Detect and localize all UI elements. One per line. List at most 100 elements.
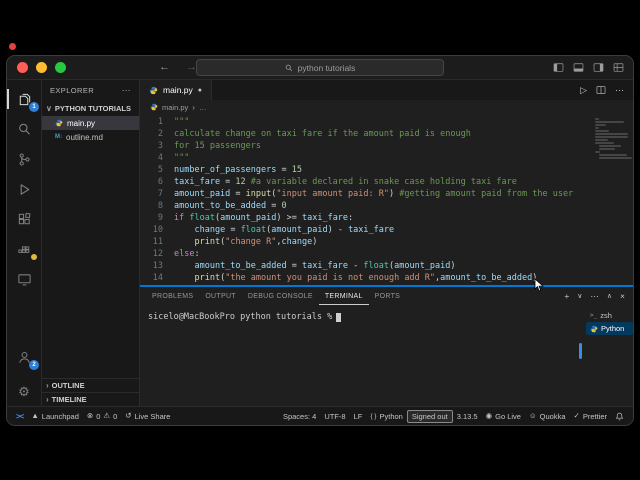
search-icon [18,123,30,135]
breadcrumb-symbol[interactable]: … [199,103,207,112]
line-number: 11 [152,237,163,247]
run-python-file-button[interactable]: ▷ [580,85,587,96]
sidebar-section-outline[interactable]: › OUTLINE [42,378,139,392]
maximize-panel-icon[interactable]: ∧ [607,292,612,300]
terminal-profile-chevron-icon[interactable]: ∨ [577,292,582,300]
status-indentation[interactable]: Spaces: 4 [279,407,320,425]
broadcast-icon: ◉ [485,411,493,421]
line-number: 6 [157,177,163,187]
line-number: 3 [157,141,163,151]
split-editor-icon[interactable] [596,85,606,95]
modified-indicator[interactable]: ● [198,87,202,94]
code-line: 3 for 15 passengers [140,140,633,152]
gear-icon: ⚙ [18,383,30,399]
minimize-window-button[interactable] [36,62,47,73]
close-window-button[interactable] [17,62,28,73]
terminal-icon: >_ [590,312,598,319]
workspace-section-header[interactable]: ∨ PYTHON TUTORIALS [42,100,139,116]
chevron-right-icon: › [46,381,49,390]
minimap[interactable] [593,117,632,161]
panel-tab-terminal[interactable]: TERMINAL [319,287,369,305]
search-icon [285,64,292,71]
accounts-badge: 2 [29,360,39,370]
sidebar-section-timeline[interactable]: › TIMELINE [42,392,139,406]
rocket-icon: ▲ [31,411,39,421]
line-number: 5 [157,165,163,175]
code-line: 11 print("change R",change) [140,236,633,248]
code-line: 4 """ [140,152,633,164]
status-language-mode[interactable]: { } Python [366,407,407,425]
notifications-button[interactable] [611,407,628,425]
file-item-main.py[interactable]: main.py [42,116,139,130]
code-editor[interactable]: 1 """ 2 calculate change on taxi fare if th… [140,114,633,285]
nav-back-icon[interactable]: ← [159,62,170,73]
accounts-button[interactable]: 2 [7,342,41,372]
status-go-live[interactable]: ◉ Go Live [482,407,525,425]
toggle-secondary-sidebar-icon[interactable] [593,62,604,73]
explorer-activity-button[interactable]: 1 [7,84,41,114]
remote-indicator[interactable]: >< [12,407,27,425]
new-terminal-icon[interactable]: + [564,291,569,301]
panel-tabs: PROBLEMS OUTPUT DEBUG CONSOLE TERMINAL PORTS [146,287,406,305]
status-signed-out[interactable]: Signed out [406,409,453,423]
live-share-icon: ↺ [125,411,132,421]
command-center-label: python tutorials [297,62,356,73]
status-encoding[interactable]: UTF-8 [320,407,349,425]
settings-button[interactable]: ⚙ [7,376,41,406]
screen: { "colors": { "accent_blue": "#0078d4", … [0,0,640,480]
search-activity-button[interactable] [7,114,41,144]
docker-activity-button[interactable] [7,234,41,264]
command-center-search[interactable]: python tutorials [196,59,444,76]
code-line: 7 amount_paid = input("input amount paid:… [140,188,633,200]
remote-explorer-activity-button[interactable] [7,264,41,294]
maximize-window-button[interactable] [55,62,66,73]
terminal[interactable]: sicelo@MacBookPro python tutorials % [140,305,586,406]
error-icon: ⊗ [86,411,94,421]
toggle-panel-icon[interactable] [573,62,584,73]
python-icon [149,86,158,94]
file-item-outline.md[interactable]: M↓ outline.md [42,130,139,144]
line-number: 2 [157,129,163,139]
toggle-sidebar-icon[interactable] [553,62,564,73]
code-line: 10 change = float(amount_paid) - taxi_fa… [140,224,633,236]
editor-more-actions-icon[interactable]: ⋯ [615,85,624,96]
status-quokka[interactable]: ☺ Quokka [525,407,570,425]
code-line: 1 """ [140,116,633,128]
terminal-tab-python[interactable]: Python [586,322,633,335]
panel-tab-debug-console[interactable]: DEBUG CONSOLE [242,287,319,305]
code-line: 2 calculate change on taxi fare if the am… [140,128,633,140]
status-eol[interactable]: LF [350,407,367,425]
status-prettier[interactable]: ✓ Prettier [570,407,611,425]
panel: PROBLEMS OUTPUT DEBUG CONSOLE TERMINAL PORTS… [140,285,633,406]
breadcrumb-file[interactable]: main.py [162,103,188,112]
terminal-tab-zsh[interactable]: >_ zsh [586,309,633,322]
python-icon [150,103,158,111]
customize-layout-icon[interactable] [613,62,624,73]
line-number: 4 [157,153,163,163]
panel-more-actions-icon[interactable]: ⋯ [590,291,599,302]
tab-main-py[interactable]: main.py ● [140,80,212,100]
workbench: 1 2 ⚙ EXPLORER ⋯ ∨ PYTHON TUTORIALS main… [7,80,633,406]
extensions-activity-button[interactable] [7,204,41,234]
close-panel-icon[interactable]: × [620,291,625,301]
code-line: 13 amount_to_be_added = taxi_fare - floa… [140,260,633,272]
status-launchpad[interactable]: ▲ Launchpad [27,407,83,425]
run-debug-activity-button[interactable] [7,174,41,204]
tab-bar: main.py ● ▷ ⋯ [140,80,633,100]
panel-tab-ports[interactable]: PORTS [369,287,407,305]
terminal-scrollbar[interactable] [579,343,582,359]
more-actions-icon[interactable]: ⋯ [122,85,131,96]
source-control-activity-button[interactable] [7,144,41,174]
status-python-version[interactable]: 3.13.5 [453,407,482,425]
terminal-cursor [336,312,342,322]
file-list: main.py M↓ outline.md [42,116,139,144]
line-number: 12 [152,249,163,259]
status-problems[interactable]: ⊗ 0 ⚠ 0 [83,407,121,425]
sidebar-bottom-sections: › OUTLINE › TIMELINE [42,378,139,406]
explorer-sidebar: EXPLORER ⋯ ∨ PYTHON TUTORIALS main.py M↓ o… [42,80,140,406]
breadcrumb[interactable]: main.py › … [140,100,633,114]
panel-tab-problems[interactable]: PROBLEMS [146,287,199,305]
status-live-share[interactable]: ↺ Live Share [121,407,174,425]
terminal-tabs-list: >_ zsh Python [586,305,633,406]
panel-tab-output[interactable]: OUTPUT [199,287,242,305]
